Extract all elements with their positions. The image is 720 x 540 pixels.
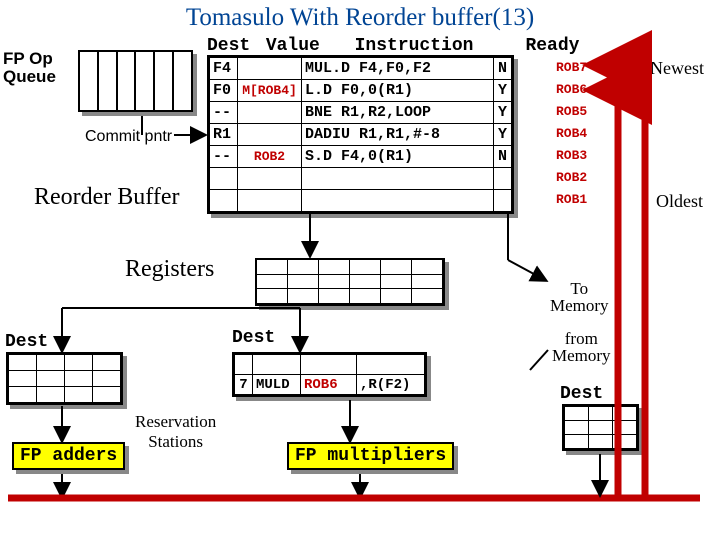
reorder-buffer-table: F4 MUL.D F4,F0,F2 N F0 M[ROB4] L.D F0,0(…: [207, 55, 514, 214]
rob-row: -- BNE R1,R2,LOOP Y: [210, 102, 512, 124]
fp-op-queue: [78, 50, 193, 112]
rs-right-table: [562, 404, 639, 451]
reorder-buffer-label: Reorder Buffer: [34, 184, 180, 211]
rob-tag: ROB7: [556, 60, 587, 75]
rob-row: R1 DADIU R1,R1,#-8 Y: [210, 124, 512, 146]
rob-row: -- ROB2 S.D F4,0(R1) N: [210, 146, 512, 168]
fp-adders-box: FP adders: [12, 442, 125, 470]
rs-mid-table: 7 MULD ROB6 ,R(F2): [232, 352, 427, 397]
dest-label-right: Dest: [560, 384, 603, 404]
dest-label-mid: Dest: [232, 328, 275, 348]
rob-tag: ROB2: [556, 170, 587, 185]
commit-pointer-label: Commit pntr: [85, 128, 172, 146]
to-memory-label: To Memory: [550, 280, 609, 314]
rob-row: F4 MUL.D F4,F0,F2 N: [210, 58, 512, 80]
rob-tag: ROB6: [556, 82, 587, 97]
rob-row: [210, 190, 512, 212]
fp-multipliers-box: FP multipliers: [287, 442, 454, 470]
oldest-label: Oldest: [656, 191, 703, 212]
fp-op-queue-label: FP Op Queue: [3, 50, 56, 86]
registers-table: [255, 258, 445, 306]
page-title: Tomasulo With Reorder buffer(13): [0, 4, 720, 32]
from-memory-label: from Memory: [552, 330, 611, 364]
rob-tag: ROB1: [556, 192, 587, 207]
rob-header: Dest Value Instruction Ready: [207, 36, 579, 56]
newest-label: Newest: [650, 58, 704, 79]
rob-tag: ROB3: [556, 148, 587, 163]
rob-row: [210, 168, 512, 190]
dest-label-left: Dest: [5, 332, 48, 352]
reservation-stations-label: Reservation Stations: [135, 412, 216, 452]
registers-label: Registers: [125, 256, 214, 283]
rob-row: F0 M[ROB4] L.D F0,0(R1) Y: [210, 80, 512, 102]
rob-tag: ROB4: [556, 126, 587, 141]
rob-tag: ROB5: [556, 104, 587, 119]
rs-left-table: [6, 352, 123, 405]
